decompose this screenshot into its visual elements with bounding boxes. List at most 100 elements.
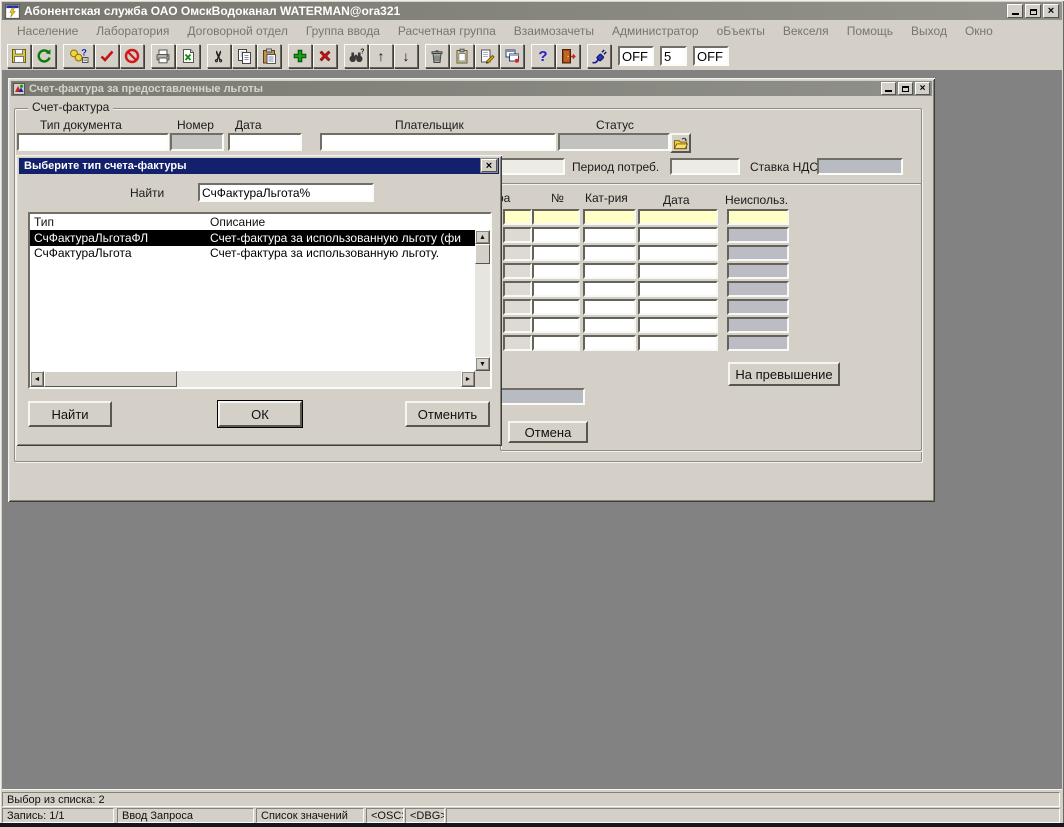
edit-button[interactable]	[475, 44, 499, 68]
find-button[interactable]: ?	[344, 44, 368, 68]
cancel-query-button[interactable]	[120, 44, 144, 68]
fee-grid-cell[interactable]	[583, 335, 636, 351]
fee-grid-cell[interactable]	[532, 209, 580, 225]
fee-grid-cell[interactable]	[532, 263, 580, 279]
horizontal-scrollbar[interactable]: ◄ ►	[30, 371, 475, 387]
menu-dogovornoy-otdel[interactable]: Договорной отдел	[178, 21, 296, 41]
help-button[interactable]: ?	[531, 44, 555, 68]
vertical-scroll-thumb[interactable]	[475, 244, 490, 264]
rollback-button[interactable]	[32, 44, 56, 68]
enter-query-button[interactable]: ?	[63, 44, 94, 68]
clipboard-button[interactable]	[450, 44, 474, 68]
fee-grid-cell[interactable]	[638, 209, 718, 225]
scroll-up-button[interactable]: ▲	[475, 230, 490, 244]
toolbar-counter-field[interactable]	[660, 46, 687, 66]
fee-grid-cell[interactable]	[503, 227, 532, 243]
fee-grid-cell[interactable]	[638, 281, 718, 297]
invoice-restore-button[interactable]	[898, 82, 913, 95]
menu-pomosch[interactable]: Помощь	[838, 21, 902, 41]
fee-grid-cell[interactable]	[532, 227, 580, 243]
list-item-selected[interactable]: СчФактураЛьготаФЛ Счет-фактура за исполь…	[30, 231, 475, 246]
menu-okno[interactable]: Окно	[956, 21, 1002, 41]
menu-laboratoriya[interactable]: Лаборатория	[87, 21, 178, 41]
paste-button[interactable]	[257, 44, 281, 68]
scroll-right-button[interactable]: ►	[461, 371, 475, 387]
fee-grid-cell[interactable]	[583, 209, 636, 225]
fee-grid-cell[interactable]	[638, 299, 718, 315]
dialog-find-input[interactable]	[198, 183, 374, 202]
invoice-close-button[interactable]: ×	[915, 82, 930, 95]
fee-grid-cell[interactable]	[503, 245, 532, 261]
fee-grid-cell[interactable]	[638, 263, 718, 279]
fee-grid-cell[interactable]	[727, 209, 789, 225]
fee-grid-cell[interactable]	[503, 335, 532, 351]
exit-button[interactable]	[556, 44, 580, 68]
menu-obekty[interactable]: оБъекты	[708, 21, 774, 41]
fee-grid-cell[interactable]	[583, 299, 636, 315]
fee-grid-cell[interactable]	[503, 263, 532, 279]
fee-grid-cell[interactable]	[583, 227, 636, 243]
invoice-minimize-button[interactable]	[881, 82, 896, 95]
clear-record-button[interactable]	[425, 44, 449, 68]
menu-vyhod[interactable]: Выход	[902, 21, 956, 41]
payer-field[interactable]	[320, 133, 556, 151]
menu-naselenie[interactable]: Население	[8, 21, 87, 41]
fee-grid-cell[interactable]	[583, 245, 636, 261]
status-lookup-button[interactable]	[670, 133, 691, 153]
dialog-ok-button[interactable]: ОК	[218, 401, 302, 427]
excess-button[interactable]: На превышение	[728, 362, 840, 386]
fee-grid-cell[interactable]	[638, 245, 718, 261]
doc-type-field[interactable]	[17, 133, 169, 151]
fee-grid-cell[interactable]	[638, 227, 718, 243]
fee-grid-cell[interactable]	[532, 299, 580, 315]
window-list-button[interactable]	[500, 44, 524, 68]
previous-record-button[interactable]: ↑	[369, 44, 393, 68]
dialog-cancel-button[interactable]: Отменить	[405, 401, 490, 427]
toolbar-off2-field[interactable]	[693, 46, 729, 66]
fee-grid-cell[interactable]	[583, 317, 636, 333]
menu-vekselya[interactable]: Векселя	[774, 21, 838, 41]
scroll-down-button[interactable]: ▼	[475, 357, 490, 371]
cut-button[interactable]: ✂	[207, 44, 231, 68]
fee-grid-cell[interactable]	[503, 299, 532, 315]
fee-grid-cell[interactable]	[638, 335, 718, 351]
fee-grid-cell[interactable]	[583, 263, 636, 279]
fee-grid-cell[interactable]	[532, 335, 580, 351]
connect-button[interactable]	[587, 44, 611, 68]
close-button[interactable]: ×	[1043, 4, 1059, 18]
next-record-button[interactable]: ↓	[394, 44, 418, 68]
status-message: Выбор из списка: 2	[2, 792, 1060, 807]
fee-grid-cell[interactable]	[503, 281, 532, 297]
copy-button[interactable]	[232, 44, 256, 68]
fee-grid-cell[interactable]	[638, 317, 718, 333]
list-item[interactable]: СчФактураЛьгота Счет-фактура за использо…	[30, 246, 475, 261]
minimize-button[interactable]	[1007, 4, 1023, 18]
fee-grid-cell[interactable]	[503, 209, 532, 225]
restore-button[interactable]	[1025, 4, 1041, 18]
toolbar-off1-field[interactable]	[618, 46, 654, 66]
fee-grid-cell[interactable]	[532, 317, 580, 333]
date-field[interactable]	[228, 133, 302, 151]
export-excel-button[interactable]	[176, 44, 200, 68]
print-button[interactable]	[151, 44, 175, 68]
clipboard-icon	[456, 48, 468, 64]
menu-gruppa-vvoda[interactable]: Группа ввода	[297, 21, 389, 41]
save-button[interactable]	[7, 44, 31, 68]
execute-query-button[interactable]	[95, 44, 119, 68]
dialog-close-button[interactable]: ×	[481, 159, 497, 172]
menu-vzaimozachety[interactable]: Взаимозачеты	[505, 21, 603, 41]
scroll-left-button[interactable]: ◄	[30, 371, 44, 387]
fee-grid-cell[interactable]	[583, 281, 636, 297]
dialog-find-button[interactable]: Найти	[28, 401, 112, 427]
insert-record-button[interactable]	[288, 44, 312, 68]
copy-icon	[238, 49, 251, 64]
fee-grid-cell[interactable]	[532, 281, 580, 297]
horizontal-scroll-thumb[interactable]	[44, 371, 177, 387]
delete-record-button[interactable]	[313, 44, 337, 68]
menu-administrator[interactable]: Администратор	[603, 21, 708, 41]
menu-raschetnaya-gruppa[interactable]: Расчетная группа	[389, 21, 505, 41]
fee-grid-cell[interactable]	[503, 317, 532, 333]
form-cancel-button[interactable]: Отмена	[508, 421, 588, 443]
fee-grid-cell[interactable]	[532, 245, 580, 261]
vertical-scrollbar[interactable]: ▲ ▼	[475, 230, 490, 371]
